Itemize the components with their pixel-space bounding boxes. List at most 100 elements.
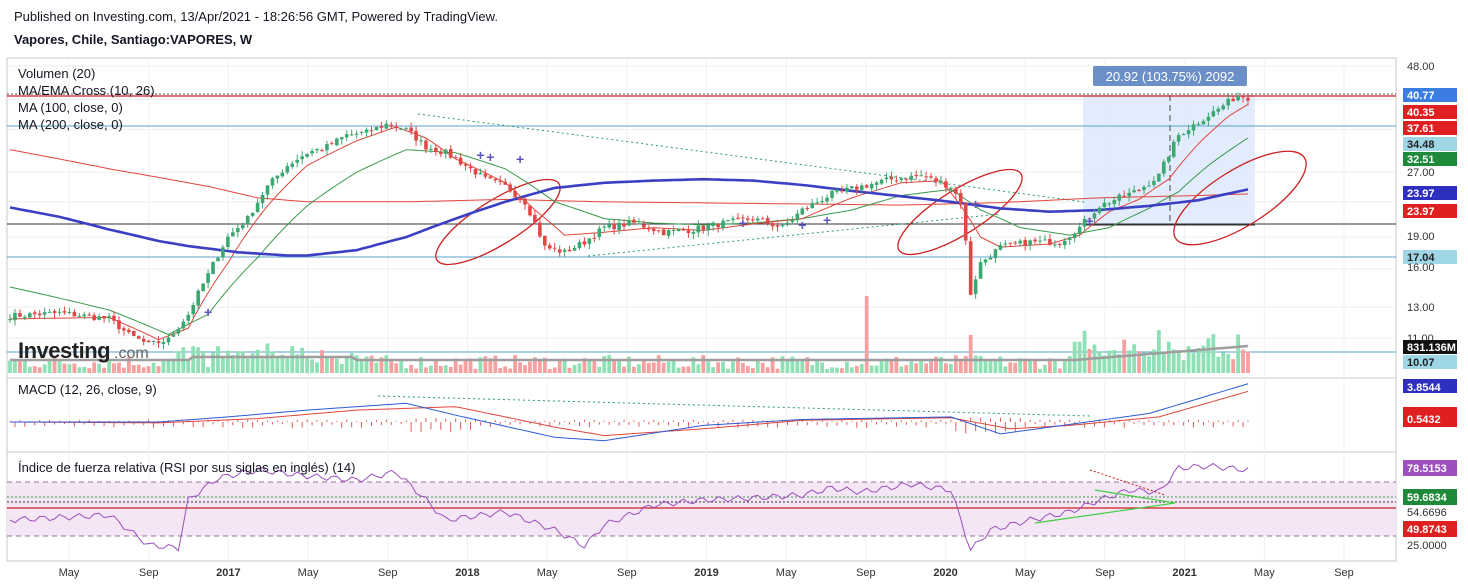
x-tick-label: May [59, 567, 80, 579]
volume-bar [597, 366, 602, 373]
candle-body [547, 245, 552, 249]
volume-bar [344, 357, 349, 373]
candle-body [934, 178, 938, 182]
volume-bar [201, 351, 206, 373]
volume-bar [448, 367, 453, 373]
y-tick-label: 10.07 [1407, 357, 1435, 369]
volume-bar [651, 362, 656, 373]
volume-bar [1161, 351, 1166, 373]
volume-bar [156, 366, 161, 373]
candle-body [864, 185, 869, 188]
volume-bar [869, 365, 874, 373]
y-tick-label: 37.61 [1407, 123, 1435, 135]
candle-body [726, 219, 730, 221]
volume-bar [1013, 362, 1018, 373]
volume-bar [260, 358, 265, 373]
cross-signal: + [739, 215, 747, 231]
volume-bar [612, 360, 617, 373]
price-legend-item: MA (100, close, 0) [18, 100, 123, 115]
candle-body [102, 316, 106, 319]
candle-body [488, 176, 493, 179]
volume-bar [1127, 350, 1132, 373]
candle-body [270, 178, 275, 186]
candle-body [721, 220, 725, 229]
candle-body [973, 279, 978, 295]
x-tick-label: 2018 [455, 567, 479, 579]
candle-body [899, 178, 904, 181]
volume-bar [235, 351, 240, 373]
volume-bar [458, 364, 463, 373]
candle-body [122, 328, 126, 331]
volume-bar [607, 355, 612, 373]
volume-bar [587, 359, 592, 373]
volume-bar [225, 350, 230, 373]
volume-bar [255, 349, 260, 373]
candle-body [939, 181, 943, 183]
candle-body [1181, 134, 1186, 136]
candle-body [37, 313, 42, 316]
volume-bar [72, 363, 77, 373]
candle-body [751, 219, 755, 221]
macd-signal-line [9, 390, 1249, 437]
candle-body [1127, 192, 1131, 197]
volume-bar [953, 355, 958, 373]
volume-bar [602, 355, 607, 373]
candle-body [597, 228, 602, 238]
candle-body [770, 223, 775, 227]
y-tick-label: 27.00 [1407, 167, 1435, 179]
y-axis-labels: 48.00 40.77 40.35 37.61 34.48 32.5127.00 23.97… [1403, 61, 1457, 552]
volume-bar [513, 355, 518, 373]
candle-body [830, 190, 834, 198]
candle-body [983, 259, 988, 263]
cross-signal: + [1085, 213, 1093, 229]
volume-bar [948, 363, 953, 373]
y-tick-label: 19.00 [1407, 231, 1435, 243]
candle-body [132, 330, 136, 336]
cross-signal: + [823, 212, 831, 228]
volume-bar [305, 357, 310, 373]
candle-body [117, 320, 121, 330]
cross-signal: + [798, 217, 806, 233]
candle-body [1231, 98, 1235, 102]
candle-body [587, 238, 592, 244]
cross-signal: + [972, 196, 980, 212]
logo-text: Investing [18, 338, 110, 363]
volume-bar [646, 363, 651, 373]
volume-bar [1008, 362, 1013, 373]
volume-bar [1206, 338, 1211, 373]
volume-bar [77, 367, 82, 373]
chart[interactable]: 20.92 (103.75%) 2092 ++ + ++ + +++ 48.0040.7… [0, 0, 1468, 584]
volume-bar [290, 346, 295, 373]
candle-body [280, 172, 285, 177]
volume-bar [1077, 341, 1082, 373]
volume-bar [909, 361, 914, 373]
candle-body [602, 226, 607, 228]
candle-body [434, 147, 438, 152]
volume-bar [820, 362, 825, 373]
price-legend-item: MA (200, close, 0) [18, 117, 123, 132]
volume-bar [433, 359, 438, 373]
candle-body [13, 312, 17, 321]
candle-body [572, 247, 577, 251]
volume-bar [810, 365, 815, 373]
candle-body [533, 214, 537, 223]
volume-bar [849, 367, 854, 373]
candle-body [503, 181, 507, 185]
volume-bar [131, 365, 136, 373]
volume-bar [389, 359, 394, 373]
candle-body [424, 140, 428, 150]
candle-body [369, 130, 374, 132]
volume-bar [1033, 360, 1037, 373]
volume-bar [973, 355, 978, 373]
volume-bar [82, 366, 87, 373]
candle-body [805, 208, 810, 210]
candle-body [23, 316, 27, 318]
volume-bar [795, 359, 800, 373]
candle-body [562, 249, 567, 252]
volume-bar [547, 368, 552, 373]
candle-body [1246, 97, 1250, 101]
candle-body [478, 172, 483, 175]
candle-body [775, 225, 780, 227]
candle-body [245, 215, 250, 225]
candle-body [1142, 186, 1146, 191]
